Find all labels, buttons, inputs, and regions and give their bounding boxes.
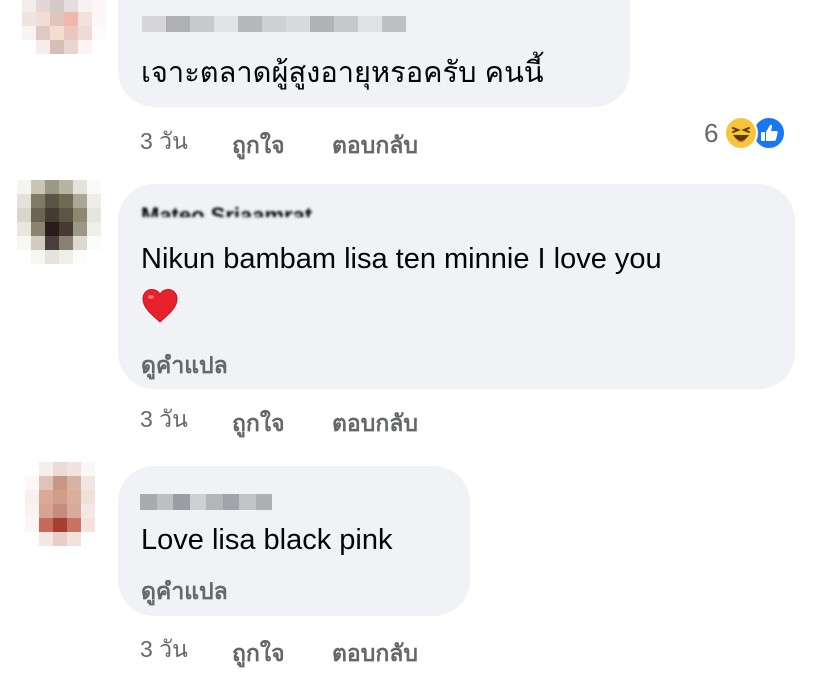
reply-button[interactable]: ตอบกลับ (332, 636, 418, 672)
comment-text: Love lisa black pink (141, 524, 393, 556)
avatar-blurred[interactable] (17, 180, 101, 264)
author-name-blurred[interactable] (140, 494, 272, 510)
like-button[interactable]: ถูกใจ (232, 636, 285, 672)
author-name[interactable]: Mateo Sriaamrat (141, 203, 381, 217)
reply-button[interactable]: ตอบกลับ (332, 128, 418, 164)
reaction-count: 6 (704, 117, 719, 148)
author-name-blurred[interactable] (142, 16, 406, 32)
laughing-emoji-icon (724, 116, 759, 150)
see-translation-link[interactable]: ดูคำแปล (141, 348, 228, 384)
heart-emoji-icon (141, 288, 179, 335)
comment-text: เจาะตลาดผู้สูงอายุหรอครับ คนนี้ (141, 57, 544, 89)
like-button[interactable]: ถูกใจ (232, 128, 285, 164)
avatar-blurred[interactable] (25, 462, 109, 546)
comment-2: Mateo Sriaamrat Nikun bambam lisa ten mi… (0, 170, 820, 450)
comment-1: เจาะตลาดผู้สูงอายุหรอครับ คนนี้ 3 วัน ถู… (0, 0, 820, 170)
comment-3: Love lisa black pink ดูคำแปล 3 วัน ถูกใจ… (0, 450, 820, 679)
reply-button[interactable]: ตอบกลับ (332, 406, 418, 442)
see-translation-link[interactable]: ดูคำแปล (141, 574, 228, 610)
comment-time[interactable]: 3 วัน (140, 632, 188, 668)
like-button[interactable]: ถูกใจ (232, 406, 285, 442)
comment-time[interactable]: 3 วัน (140, 124, 188, 160)
comment-text: Nikun bambam lisa ten minnie I love you (141, 243, 662, 275)
avatar-blurred[interactable] (22, 0, 106, 82)
reactions-summary[interactable]: 6 (704, 116, 787, 150)
comment-time[interactable]: 3 วัน (140, 402, 188, 438)
